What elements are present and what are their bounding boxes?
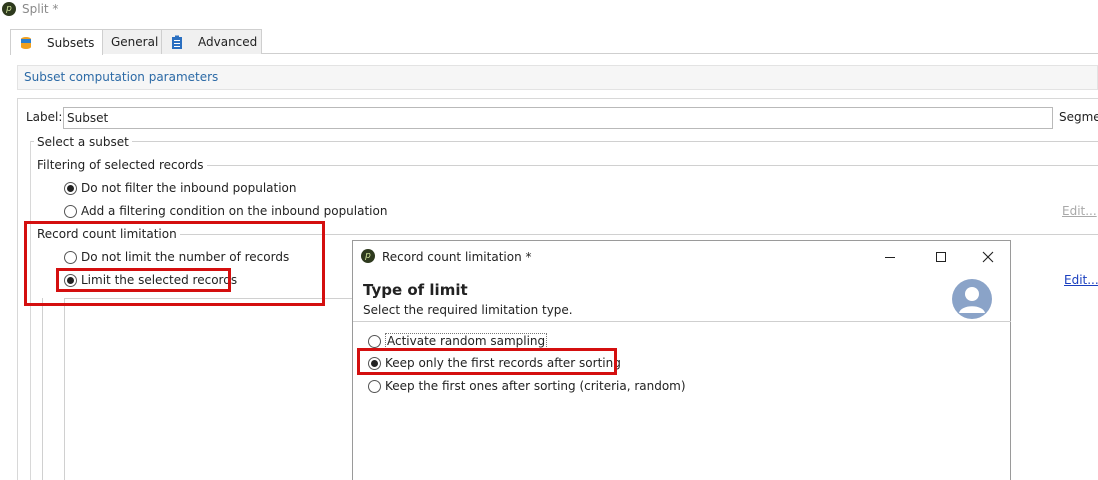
record-count-edit-link[interactable]: Edit... xyxy=(1064,273,1098,287)
filter-option-none[interactable]: Do not filter the inbound population xyxy=(64,181,297,195)
close-button[interactable] xyxy=(973,245,1003,269)
tab-subsets[interactable]: Subsets xyxy=(10,29,103,55)
user-avatar-icon xyxy=(952,279,992,319)
highlight-record-count xyxy=(24,221,325,306)
limit-option-random[interactable]: Activate random sampling xyxy=(368,333,548,349)
record-count-dialog: p Record count limitation * Type of limi… xyxy=(352,240,1011,480)
minimize-button[interactable] xyxy=(875,245,905,269)
radio-button[interactable] xyxy=(64,204,77,218)
dialog-header-divider xyxy=(353,321,1011,322)
segment-label: Segmen xyxy=(1059,110,1098,124)
window-title: Split * xyxy=(22,2,59,16)
tab-advanced[interactable]: Advanced xyxy=(161,29,262,54)
database-icon xyxy=(19,36,33,50)
option-label: Keep the first ones after sorting (crite… xyxy=(385,379,686,393)
filtering-title: Filtering of selected records xyxy=(37,158,207,172)
option-label: Activate random sampling xyxy=(385,333,548,349)
label-field-label: Label: xyxy=(26,110,63,124)
filter-option-condition[interactable]: Add a filtering condition on the inbound… xyxy=(64,204,387,218)
inner-panel-border xyxy=(42,298,43,480)
clipboard-icon xyxy=(170,35,184,49)
tab-general[interactable]: General xyxy=(102,29,162,54)
highlight-limit-option xyxy=(56,268,231,292)
label-input[interactable] xyxy=(63,107,1053,129)
app-logo-icon: p xyxy=(2,2,16,16)
limit-option-first-criteria[interactable]: Keep the first ones after sorting (crite… xyxy=(368,379,686,393)
radio-button[interactable] xyxy=(64,181,77,195)
minimize-icon xyxy=(885,257,895,258)
option-label: Do not filter the inbound population xyxy=(81,181,297,195)
filter-edit-link[interactable]: Edit... xyxy=(1062,204,1097,218)
tab-label: Subsets xyxy=(47,35,95,50)
section-title: Subset computation parameters xyxy=(24,70,219,84)
maximize-icon xyxy=(936,252,946,262)
dialog-subtitle: Select the required limitation type. xyxy=(363,303,573,317)
inner-panel-border xyxy=(64,298,65,480)
app-logo-icon: p xyxy=(361,249,375,263)
select-subset-title: Select a subset xyxy=(34,135,132,149)
dialog-title: Record count limitation * xyxy=(382,250,532,264)
maximize-button[interactable] xyxy=(926,245,956,269)
dialog-heading: Type of limit xyxy=(363,281,468,299)
radio-button[interactable] xyxy=(368,334,381,348)
select-subset-border xyxy=(30,141,1098,142)
tab-label: Advanced xyxy=(198,35,258,49)
select-subset-border-left xyxy=(30,141,31,480)
close-icon xyxy=(982,251,994,263)
title-bar xyxy=(0,0,1098,20)
radio-button[interactable] xyxy=(368,379,381,393)
tab-label: General xyxy=(111,35,159,49)
highlight-first-sorted-option xyxy=(357,348,617,375)
option-label: Add a filtering condition on the inbound… xyxy=(81,204,388,218)
